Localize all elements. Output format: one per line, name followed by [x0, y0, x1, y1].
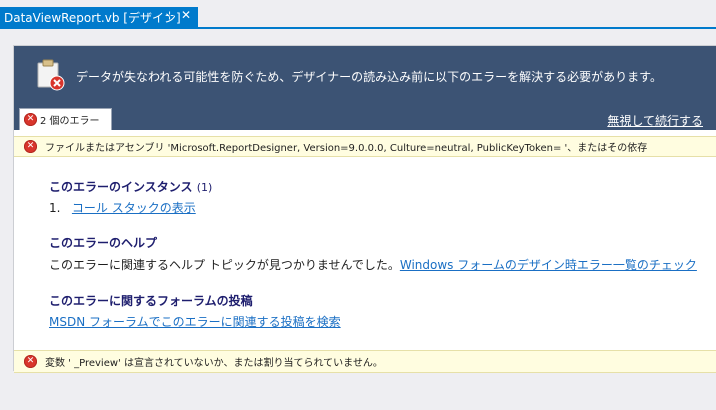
error-icon: ✕: [24, 355, 37, 368]
error-count-label: 2 個のエラー: [40, 116, 100, 127]
instances-title: このエラーのインスタンス: [49, 180, 193, 194]
design-time-errors-link[interactable]: Windows フォームのデザイン時エラー一覧のチェック: [400, 258, 697, 272]
error-banner: データが失なわれる可能性を防ぐため、デザイナーの読み込み前に以下のエラーを解決す…: [14, 46, 716, 130]
error-count-tab[interactable]: ✕ 2 個のエラー: [19, 108, 112, 130]
help-line: このエラーに関連するヘルプ トピックが見つかりませんでした。Windows フォ…: [49, 256, 697, 273]
instance-number: 1.: [49, 201, 61, 215]
instances-count: (1): [196, 181, 213, 194]
error-icon: ✕: [24, 113, 37, 126]
error-row[interactable]: ✕ ファイルまたはアセンブリ 'Microsoft.ReportDesigner…: [14, 136, 716, 157]
tab-well-underline: [0, 27, 716, 29]
pin-icon[interactable]: ⊹: [165, 9, 174, 22]
designer-error-panel: データが失なわれる可能性を防ぐため、デザイナーの読み込み前に以下のエラーを解決す…: [13, 45, 716, 373]
call-stack-link[interactable]: コール スタックの表示: [72, 201, 196, 215]
error-message: 変数 ' _Preview' は宣言されていないか、または割り当てられていません…: [45, 358, 383, 369]
help-heading: このエラーのヘルプ: [49, 236, 158, 250]
clipboard-error-icon: [37, 59, 65, 91]
close-icon[interactable]: ✕: [181, 8, 191, 22]
error-message: ファイルまたはアセンブリ 'Microsoft.ReportDesigner, …: [45, 143, 648, 154]
error-icon: ✕: [24, 140, 37, 153]
ignore-and-continue-link[interactable]: 無視して続行する: [607, 112, 703, 129]
banner-message: データが失なわれる可能性を防ぐため、デザイナーの読み込み前に以下のエラーを解決す…: [76, 70, 662, 84]
msdn-forum-search-link[interactable]: MSDN フォーラムでこのエラーに関連する投稿を検索: [49, 315, 341, 329]
document-tab[interactable]: DataViewReport.vb [デザイン] ⊹ ✕: [0, 7, 198, 27]
instances-heading: このエラーのインスタンス (1): [49, 178, 212, 195]
error-row[interactable]: ✕ 変数 ' _Preview' は宣言されていないか、または割り当てられていま…: [14, 350, 716, 373]
document-tab-title: DataViewReport.vb [デザイン]: [4, 10, 181, 25]
forum-line: MSDN フォーラムでこのエラーに関連する投稿を検索: [49, 313, 341, 330]
instance-line: 1. コール スタックの表示: [49, 199, 196, 216]
forum-heading: このエラーに関するフォーラムの投稿: [49, 294, 253, 308]
help-text: このエラーに関連するヘルプ トピックが見つかりませんでした。: [49, 258, 400, 272]
